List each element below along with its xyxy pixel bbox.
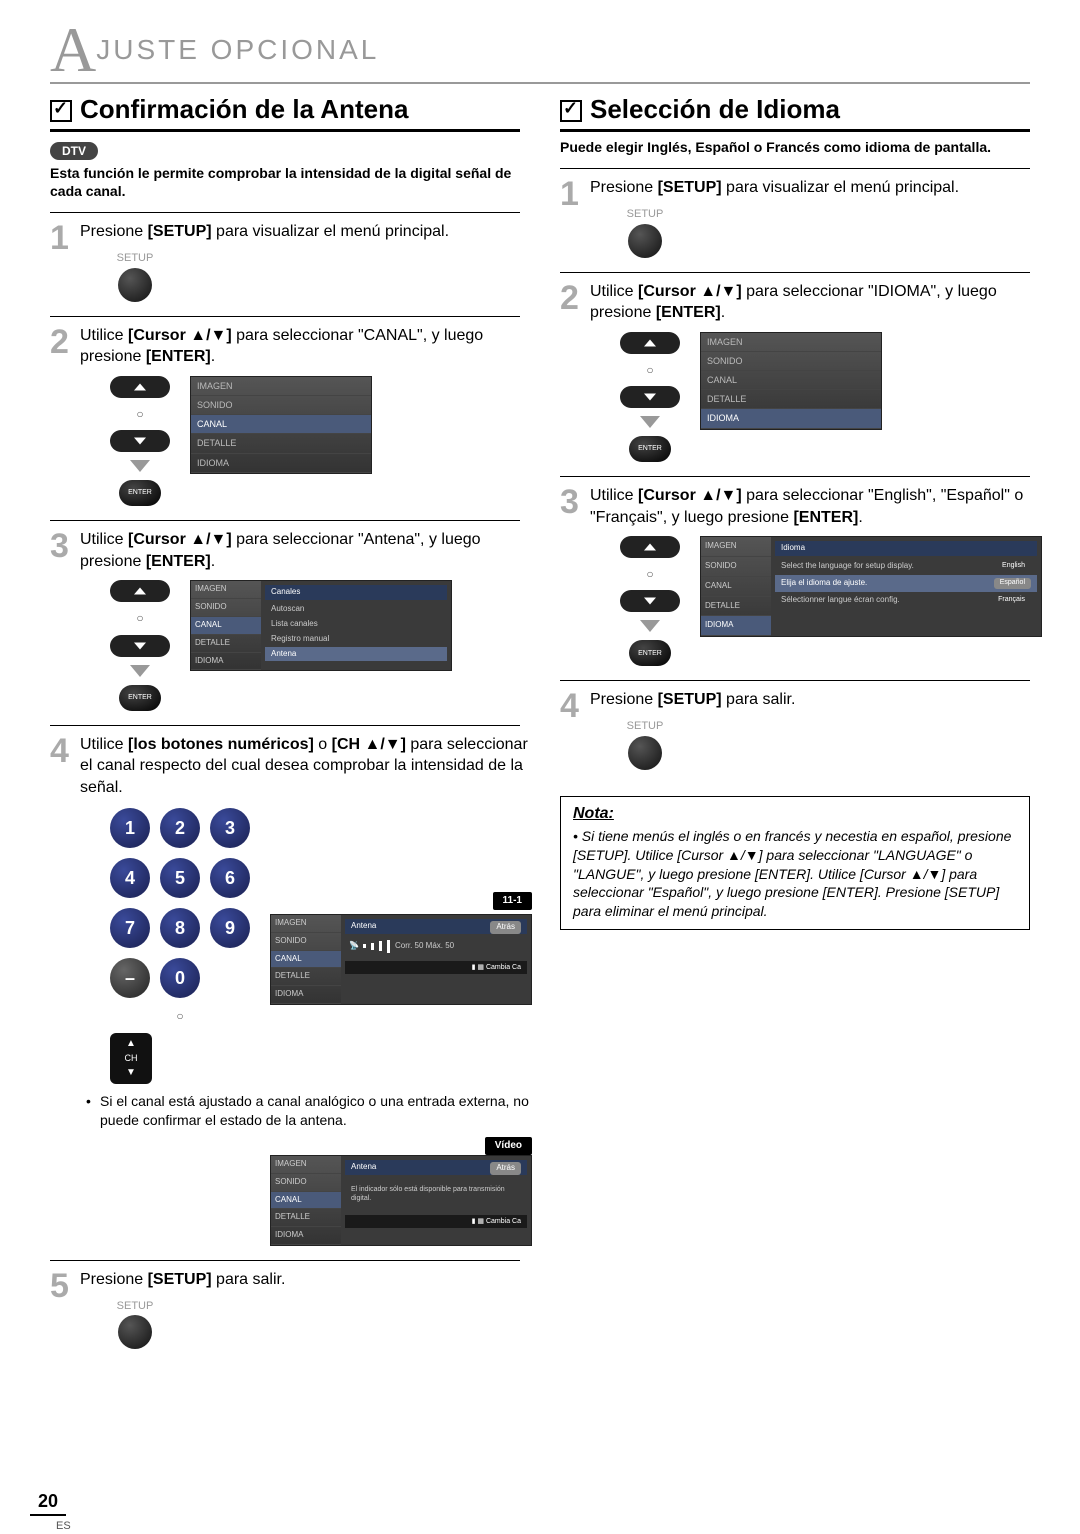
right-column: Selección de Idioma Puede elegir Inglés,… bbox=[560, 94, 1030, 1363]
arrow-down-icon bbox=[640, 416, 660, 428]
remote-cursor: ○ ENTER bbox=[620, 536, 680, 666]
arrow-down-icon bbox=[640, 620, 660, 632]
lang-row-fr: Sélectionner langue écran config.Françai… bbox=[775, 592, 1037, 609]
cursor-up-button[interactable] bbox=[620, 536, 680, 558]
step-2: 2 Utilice [Cursor ▲/▼] para seleccionar … bbox=[50, 316, 520, 520]
cursor-down-button[interactable] bbox=[110, 635, 170, 657]
back-button[interactable]: Atrás bbox=[490, 1162, 521, 1175]
cursor-up-button[interactable] bbox=[110, 580, 170, 602]
key-dash[interactable]: – bbox=[110, 958, 150, 998]
osd-item-detalle: DETALLE bbox=[191, 434, 371, 453]
key-3[interactable]: 3 bbox=[210, 808, 250, 848]
arrow-down-icon bbox=[130, 665, 150, 677]
left-column: Confirmación de la Antena DTV Esta funci… bbox=[50, 94, 520, 1363]
remote-cursor: ○ ENTER bbox=[110, 376, 170, 506]
step1-text: Presione [SETUP] para visualizar el menú… bbox=[80, 223, 449, 240]
r-step-4: 4 Presione [SETUP] para salir. SETUP bbox=[560, 680, 1030, 783]
remote-cursor: ○ ENTER bbox=[110, 580, 170, 710]
osd-antenna: IMAGEN SONIDO CANAL DETALLE IDIOMA Anten… bbox=[270, 914, 532, 1005]
header-letter: A bbox=[50, 30, 96, 70]
setup-button[interactable] bbox=[118, 268, 152, 302]
enter-button[interactable]: ENTER bbox=[119, 685, 161, 711]
lang-row-es: Elija el idioma de ajuste.Español bbox=[775, 575, 1037, 592]
antenna-icon: 📡 bbox=[349, 941, 359, 952]
note-heading: Nota: bbox=[573, 805, 1017, 823]
dtv-badge: DTV bbox=[50, 142, 98, 160]
page-header: AJUSTE OPCIONAL bbox=[50, 30, 1030, 84]
enter-button[interactable]: ENTER bbox=[119, 480, 161, 506]
osd-antenna-analog: IMAGEN SONIDO CANAL DETALLE IDIOMA Anten… bbox=[270, 1155, 532, 1246]
signal-meter: 📡 Corr. 50 Máx. 50 bbox=[345, 936, 527, 957]
cursor-down-button[interactable] bbox=[110, 430, 170, 452]
section-desc: Puede elegir Inglés, Español o Francés c… bbox=[560, 138, 1030, 156]
cursor-down-button[interactable] bbox=[620, 590, 680, 612]
osd-menu: IMAGEN SONIDO CANAL DETALLE IDIOMA bbox=[700, 332, 882, 430]
remote-cursor: ○ ENTER bbox=[620, 332, 680, 462]
manual-page: AJUSTE OPCIONAL Confirmación de la Anten… bbox=[0, 0, 1080, 1534]
osd-item-canal: CANAL bbox=[191, 415, 371, 434]
cursor-down-button[interactable] bbox=[620, 386, 680, 408]
step-3: 3 Utilice [Cursor ▲/▼] para seleccionar … bbox=[50, 520, 520, 724]
key-8[interactable]: 8 bbox=[160, 908, 200, 948]
ch-button[interactable]: ▲ CH ▼ bbox=[110, 1033, 152, 1084]
note-box: Nota: • Si tiene menús el inglés o en fr… bbox=[560, 796, 1030, 930]
submenu-title: Canales bbox=[265, 585, 447, 600]
r-step-2: 2 Utilice [Cursor ▲/▼] para seleccionar … bbox=[560, 272, 1030, 476]
step-1: 1 Presione [SETUP] para visualizar el me… bbox=[50, 212, 520, 315]
note-body: • Si tiene menús el inglés o en francés … bbox=[573, 827, 1017, 921]
osd-submenu: IMAGEN SONIDO CANAL DETALLE IDIOMA Canal… bbox=[190, 580, 452, 671]
osd-menu: IMAGEN SONIDO CANAL DETALLE IDIOMA bbox=[190, 376, 372, 474]
section-desc: Esta función le permite comprobar la int… bbox=[50, 164, 520, 200]
step-4: 4 Utilice [los botones numéricos] o [CH … bbox=[50, 725, 520, 1260]
channel-badge: 11-1 bbox=[493, 892, 532, 910]
numeric-keypad: 1 2 3 4 5 6 7 8 9 – 0 bbox=[110, 808, 250, 998]
lang-row-en: Select the language for setup display.En… bbox=[775, 558, 1037, 575]
section-title-language: Selección de Idioma bbox=[560, 94, 1030, 132]
key-9[interactable]: 9 bbox=[210, 908, 250, 948]
key-4[interactable]: 4 bbox=[110, 858, 150, 898]
key-0[interactable]: 0 bbox=[160, 958, 200, 998]
enter-button[interactable]: ENTER bbox=[629, 436, 671, 462]
osd-item-imagen: IMAGEN bbox=[191, 377, 371, 396]
header-title: JUSTE OPCIONAL bbox=[96, 34, 379, 65]
osd-language: IMAGEN SONIDO CANAL DETALLE IDIOMA Idiom… bbox=[700, 536, 1042, 637]
key-1[interactable]: 1 bbox=[110, 808, 150, 848]
back-button[interactable]: Atrás bbox=[490, 921, 521, 934]
osd-item-idioma: IDIOMA bbox=[191, 454, 371, 473]
key-2[interactable]: 2 bbox=[160, 808, 200, 848]
osd-item-sonido: SONIDO bbox=[191, 396, 371, 415]
cursor-up-button[interactable] bbox=[620, 332, 680, 354]
setup-button[interactable] bbox=[118, 1315, 152, 1349]
r-step-3: 3 Utilice [Cursor ▲/▼] para seleccionar … bbox=[560, 476, 1030, 680]
setup-button[interactable] bbox=[628, 736, 662, 770]
section-title-antenna: Confirmación de la Antena bbox=[50, 94, 520, 132]
enter-button[interactable]: ENTER bbox=[629, 640, 671, 666]
step4-note: Si el canal está ajustado a canal analóg… bbox=[80, 1092, 532, 1130]
ring-icon: ○ bbox=[136, 406, 143, 422]
key-5[interactable]: 5 bbox=[160, 858, 200, 898]
osd-footer: ▮ ▦ Cambia Ca bbox=[345, 961, 527, 974]
page-number: 20 bbox=[30, 1491, 66, 1516]
check-icon bbox=[560, 100, 582, 122]
cursor-up-button[interactable] bbox=[110, 376, 170, 398]
analog-msg: El indicador sólo está disponible para t… bbox=[345, 1177, 527, 1211]
setup-label: SETUP bbox=[110, 251, 160, 266]
video-badge: Vídeo bbox=[485, 1137, 532, 1155]
key-7[interactable]: 7 bbox=[110, 908, 150, 948]
key-6[interactable]: 6 bbox=[210, 858, 250, 898]
setup-button[interactable] bbox=[628, 224, 662, 258]
arrow-down-icon bbox=[130, 460, 150, 472]
r-step-1: 1 Presione [SETUP] para visualizar el me… bbox=[560, 168, 1030, 271]
lang-code: ES bbox=[56, 1520, 71, 1532]
step-5: 5 Presione [SETUP] para salir. SETUP bbox=[50, 1260, 520, 1363]
check-icon bbox=[50, 100, 72, 122]
